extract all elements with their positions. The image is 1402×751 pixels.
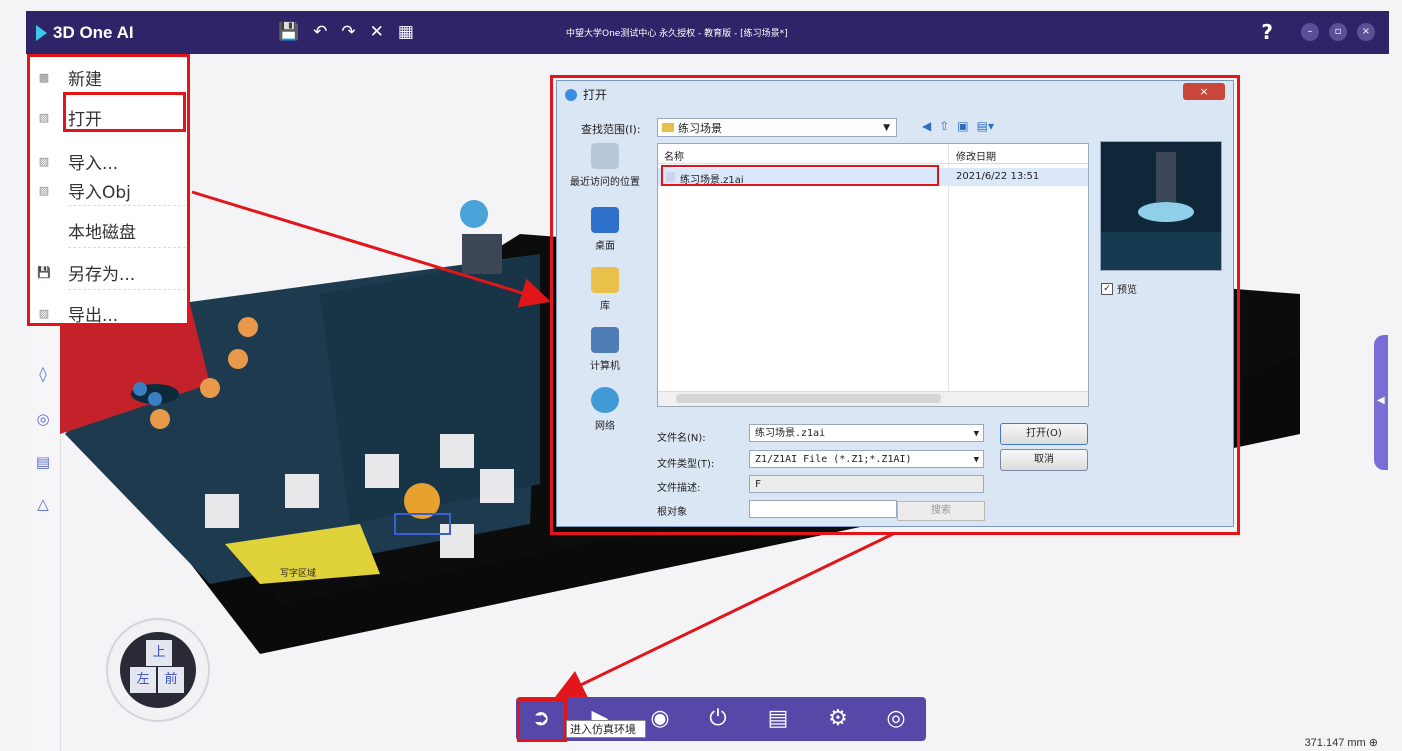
column-date[interactable]: 修改日期 (956, 148, 996, 163)
preview-checkbox[interactable]: ✓ 预览 (1101, 281, 1137, 296)
root-label: 根对象 (657, 507, 687, 518)
places-bar: 最近访问的位置 桌面 库 计算机 网络 (563, 143, 647, 453)
import-icon: ▨ (38, 154, 50, 168)
search-button[interactable]: 搜索 (897, 501, 985, 521)
horizontal-scrollbar[interactable] (658, 391, 1088, 406)
power-icon[interactable]: ⏻ (702, 703, 734, 735)
menu-divider (68, 247, 186, 248)
document-icon[interactable]: ▤ (33, 452, 53, 472)
enter-sim-highlight (517, 698, 567, 742)
file-row-highlight (661, 165, 939, 186)
network-icon (591, 387, 619, 413)
computer-icon (591, 327, 619, 353)
new-file-icon: ▩ (38, 70, 50, 84)
help-button[interactable]: ? (1261, 20, 1273, 44)
up-folder-icon[interactable]: ⇧ (939, 119, 949, 133)
place-recent[interactable]: 最近访问的位置 (563, 143, 647, 188)
record-icon[interactable]: ◉ (644, 703, 676, 735)
right-panel-toggle[interactable]: ◀ (1374, 335, 1388, 470)
view-cube-navigator[interactable]: 上 左 前 (106, 618, 210, 722)
close-icon[interactable]: ✕ (370, 22, 384, 42)
root-input[interactable] (749, 500, 897, 518)
save-icon[interactable]: 💾 (278, 22, 299, 42)
scale-readout: 371.147 mm ⊕ (1304, 737, 1378, 749)
scrollbar-thumb[interactable] (676, 394, 941, 403)
menu-item-local-disk[interactable]: 本地磁盘 (30, 212, 187, 248)
tooltip: 进入仿真环境 (566, 720, 646, 738)
lookin-dropdown[interactable]: 练习场景 ▼ (657, 118, 897, 137)
open-highlight (63, 92, 186, 132)
minimize-button[interactable]: – (1301, 23, 1319, 41)
open-file-dialog: 打开 × 查找范围(I): 练习场景 ▼ ◀ ⇧ ▣ ▤▾ 最近访问的位置 桌面… (556, 80, 1234, 527)
menu-item-new[interactable]: ▩ 新建 (30, 59, 187, 95)
chevron-left-icon: ◀ (1377, 395, 1385, 406)
beacon-sphere (460, 200, 488, 228)
settings-icon[interactable]: ⚙ (822, 703, 854, 735)
cube-face-left[interactable]: 左 (129, 666, 157, 694)
menu-divider (68, 205, 186, 206)
chevron-down-icon: ▼ (883, 123, 890, 133)
nav-toolbar: ◀ ⇧ ▣ ▤▾ (922, 119, 994, 133)
checkbox-checked-icon: ✓ (1101, 282, 1113, 295)
open-button[interactable]: 打开(O) (1000, 423, 1088, 445)
lookin-label: 查找范围(I): (581, 123, 641, 136)
window-title: 中望大学One测试中心 永久授权 - 教育版 - [练习场景*] (566, 29, 788, 39)
dialog-app-icon (565, 88, 577, 101)
column-name[interactable]: 名称 (664, 148, 684, 163)
file-menu: ▩ 新建 ▧ 打开 ▨ 导入... ▨ 导入Obj 本地磁盘 💾 另存为... … (27, 54, 190, 326)
desktop-icon (591, 207, 619, 233)
import-obj-icon: ▨ (38, 183, 50, 197)
view-icon[interactable]: ◎ (880, 703, 912, 735)
app-name: 3D One AI (53, 23, 134, 42)
place-desktop[interactable]: 桌面 (563, 207, 647, 252)
export-icon: ▨ (38, 306, 50, 320)
filedesc-label: 文件描述: (657, 483, 701, 494)
menu-item-import-obj[interactable]: ▨ 导入Obj (30, 172, 187, 208)
open-folder-icon: ▧ (38, 110, 50, 124)
close-window-button[interactable]: × (1357, 23, 1375, 41)
logo-icon (36, 25, 47, 41)
title-bar: 3D One AI 💾 ↶ ↷ ✕ ▦ 中望大学One测试中心 永久授权 - 教… (26, 11, 1389, 54)
menu-item-export[interactable]: ▨ 导出... (30, 295, 187, 331)
chevron-down-icon: ▼ (973, 429, 979, 439)
filename-input[interactable]: 练习场景.z1ai ▼ (749, 424, 984, 442)
place-computer[interactable]: 计算机 (563, 327, 647, 372)
sign-text: 写字区域 (280, 567, 316, 579)
folder-icon (662, 123, 674, 132)
save-as-icon: 💾 (37, 265, 51, 279)
maximize-button[interactable]: ▫ (1329, 23, 1347, 41)
filetype-label: 文件类型(T): (657, 459, 715, 470)
cube-face-front[interactable]: 前 (157, 666, 185, 694)
hierarchy-icon[interactable]: △ (33, 494, 53, 514)
place-libraries[interactable]: 库 (563, 267, 647, 312)
file-list-header: 名称 修改日期 (658, 144, 1088, 164)
filedesc-field: F (749, 475, 984, 493)
undo-icon[interactable]: ↶ (313, 22, 327, 42)
cancel-button[interactable]: 取消 (1000, 449, 1088, 471)
new-folder-icon[interactable]: ▣ (957, 119, 968, 133)
recent-icon (591, 143, 619, 169)
menu-item-save-as[interactable]: 💾 另存为... (30, 254, 187, 290)
chevron-down-icon: ▼ (973, 455, 979, 465)
library-icon (591, 267, 619, 293)
dialog-close-button[interactable]: × (1183, 83, 1225, 100)
back-icon[interactable]: ◀ (922, 119, 931, 133)
dialog-title: 打开 (583, 88, 608, 102)
filetype-select[interactable]: Z1/Z1AI File (*.Z1;*.Z1AI) ▼ (749, 450, 984, 468)
notes-icon[interactable]: ▤ (762, 703, 794, 735)
material-icon[interactable]: ◊ (33, 364, 53, 384)
view-menu-icon[interactable]: ▤▾ (977, 119, 994, 133)
scale-dropdown-icon[interactable]: ⊕ (1369, 737, 1378, 749)
place-network[interactable]: 网络 (563, 387, 647, 432)
cube-face-top[interactable]: 上 (145, 639, 173, 667)
menu-divider (68, 289, 186, 290)
grid-icon[interactable]: ▦ (398, 22, 414, 42)
filename-label: 文件名(N): (657, 433, 706, 444)
preview-pane (1100, 141, 1222, 271)
target-icon[interactable]: ◎ (33, 409, 53, 429)
redo-icon[interactable]: ↷ (341, 22, 355, 42)
quick-toolbar: 💾 ↶ ↷ ✕ ▦ (278, 22, 414, 42)
app-logo[interactable]: 3D One AI (36, 23, 134, 43)
